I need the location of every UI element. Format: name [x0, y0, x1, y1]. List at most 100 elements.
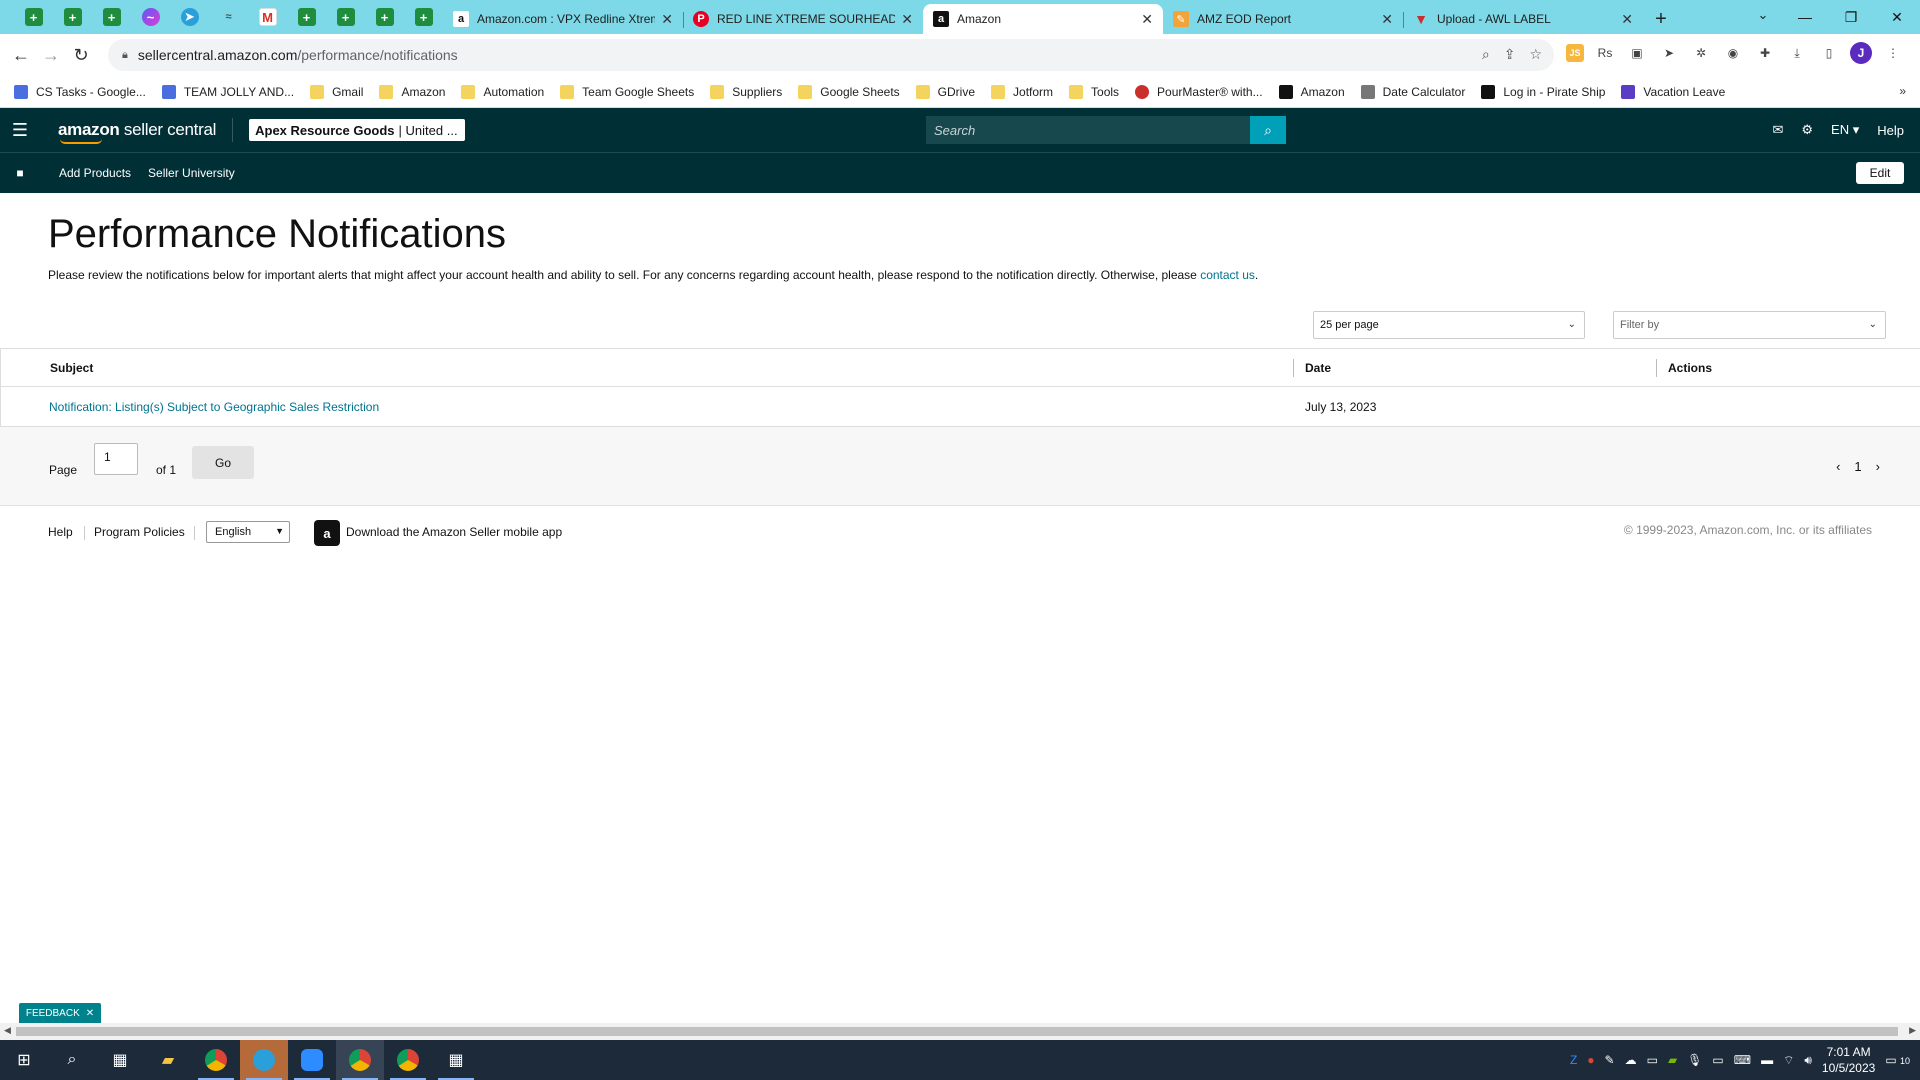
address-bar[interactable]: 🔒︎ sellercentral.amazon.com/performance/… [108, 39, 1554, 71]
task-view-icon[interactable]: ▦ [96, 1040, 144, 1080]
bookmark-item[interactable]: Gmail [310, 84, 363, 99]
bookmark-item[interactable]: Tools [1069, 84, 1119, 99]
off-extension-icon[interactable]: ▣ [1626, 42, 1648, 64]
column-date[interactable]: Date [1292, 349, 1331, 386]
go-button[interactable]: Go [192, 446, 254, 479]
calculator-taskbar-icon[interactable]: ▦ [432, 1040, 480, 1080]
bookmark-item[interactable]: Log in - Pirate Ship [1481, 84, 1605, 99]
reload-icon[interactable]: ↻ [66, 40, 96, 70]
share-icon[interactable]: ⇪ [1504, 46, 1516, 63]
tab-search-chevron-icon[interactable]: ⌄ [1748, 0, 1778, 30]
browser-menu-icon[interactable]: ⋮ [1882, 42, 1904, 64]
hamburger-menu-icon[interactable]: ☰ [0, 108, 40, 152]
bookmark-item[interactable]: Team Google Sheets [560, 84, 694, 99]
bookmark-item[interactable]: Amazon [1278, 84, 1345, 99]
scrollbar-thumb[interactable] [16, 1027, 1898, 1036]
close-tab-icon[interactable]: ✕ [1141, 11, 1153, 28]
rs-extension-icon[interactable]: Rs [1594, 42, 1616, 64]
pinned-tab[interactable]: + [14, 0, 53, 34]
cloud-icon[interactable]: ☁ [1625, 1053, 1637, 1067]
mail-icon[interactable]: ✉ [1772, 122, 1783, 138]
notification-subject-link[interactable]: Notification: Listing(s) Subject to Geog… [49, 400, 379, 414]
bookmark-star-icon[interactable]: ☆ [1529, 46, 1542, 63]
battery-icon[interactable]: ▬ [1761, 1053, 1773, 1067]
bookmark-item[interactable]: Automation [461, 84, 544, 99]
bookmark-icon[interactable]: ■ [0, 166, 40, 180]
bookmark-item[interactable]: Jotform [991, 84, 1053, 99]
pinned-tab[interactable]: ~ [131, 0, 170, 34]
pinned-tab[interactable]: + [92, 0, 131, 34]
pinned-tab[interactable]: + [326, 0, 365, 34]
amazon-seller-central-logo[interactable]: amazon seller central [58, 120, 216, 144]
blue-extension-icon[interactable]: ✲ [1690, 42, 1712, 64]
browser-tab[interactable]: ✎ AMZ EOD Report ✕ [1163, 4, 1403, 34]
lock-icon[interactable]: 🔒︎ [122, 49, 128, 62]
pinned-tab[interactable]: + [287, 0, 326, 34]
gear-icon[interactable]: ⚙ [1801, 122, 1813, 138]
back-arrow-icon[interactable]: ← [6, 40, 36, 70]
more-bookmarks-icon[interactable]: » [1899, 84, 1906, 98]
close-tab-icon[interactable]: ✕ [661, 11, 673, 28]
wifi-icon[interactable]: ⌔ [1783, 1053, 1794, 1068]
new-tab-button[interactable]: + [1643, 4, 1679, 34]
bookmark-item[interactable]: GDrive [915, 84, 975, 99]
zoom-tray-icon[interactable]: Z [1570, 1053, 1577, 1067]
close-tab-icon[interactable]: ✕ [901, 11, 913, 28]
search-input[interactable]: Search [926, 116, 1250, 144]
notifications-icon[interactable]: ▭ 10 [1885, 1053, 1910, 1067]
edit-nav-button[interactable]: Edit [1856, 162, 1904, 184]
nav-seller-university[interactable]: Seller University [148, 166, 235, 180]
search-button[interactable]: ⌕ [1250, 116, 1286, 144]
pinned-tab[interactable]: + [53, 0, 92, 34]
orange-extension-icon[interactable]: ◉ [1722, 42, 1744, 64]
download-app-link[interactable]: Download the Amazon Seller mobile app [346, 506, 562, 558]
chrome-profile-taskbar-icon[interactable] [336, 1040, 384, 1080]
current-page[interactable]: 1 [1854, 459, 1861, 474]
pinned-tab[interactable]: ➤ [170, 0, 209, 34]
filter-select[interactable]: Filter by ⌄ [1613, 311, 1886, 339]
download-icon[interactable]: ⤓ [1786, 42, 1808, 64]
pinned-tab[interactable]: ≈ [209, 0, 248, 34]
volume-icon[interactable]: 🔊︎ [1804, 1053, 1812, 1068]
restore-icon[interactable]: ❐ [1828, 0, 1874, 34]
scroll-left-icon[interactable]: ◀ [4, 1025, 11, 1036]
bookmark-item[interactable]: Date Calculator [1360, 84, 1465, 99]
footer-help-link[interactable]: Help [48, 506, 73, 558]
store-selector[interactable]: Apex Resource Goods | United ... [249, 119, 466, 141]
bookmark-item[interactable]: CS Tasks - Google... [14, 84, 146, 99]
chrome-taskbar-icon[interactable] [192, 1040, 240, 1080]
close-icon[interactable]: ✕ [86, 1008, 94, 1019]
feather-tray-icon[interactable]: ✎ [1605, 1053, 1615, 1067]
browser-tab[interactable]: a Amazon.com : VPX Redline Xtreme ✕ [443, 4, 683, 34]
display-icon[interactable]: ▭ [1712, 1053, 1723, 1067]
side-panel-icon[interactable]: ▯ [1818, 42, 1840, 64]
puzzle-icon[interactable]: ✚ [1754, 42, 1776, 64]
chevron-left-icon[interactable]: ‹ [1836, 459, 1840, 474]
language-selector[interactable]: EN ▾ [1831, 122, 1859, 138]
minimize-icon[interactable]: — [1782, 0, 1828, 34]
browser-tab[interactable]: P RED LINE XTREME SOURHEAD - ✕ [683, 4, 923, 34]
forward-arrow-icon[interactable]: → [36, 40, 66, 70]
cursor-extension-icon[interactable]: ➤ [1658, 42, 1680, 64]
telegram-taskbar-icon[interactable] [240, 1040, 288, 1080]
close-tab-icon[interactable]: ✕ [1621, 11, 1633, 28]
pinned-tab[interactable]: M [248, 0, 287, 34]
chrome-alt-taskbar-icon[interactable] [384, 1040, 432, 1080]
footer-language-select[interactable]: English ▼ [206, 521, 290, 543]
profile-avatar[interactable]: J [1850, 42, 1872, 64]
close-window-icon[interactable]: ✕ [1874, 0, 1920, 34]
scroll-right-icon[interactable]: ▶ [1909, 1025, 1916, 1036]
per-page-select[interactable]: 25 per page ⌄ [1313, 311, 1585, 339]
pinned-tab[interactable]: + [404, 0, 443, 34]
chrome-tray-icon[interactable]: ● [1587, 1053, 1594, 1067]
page-number-input[interactable]: 1 [94, 443, 138, 475]
zoom-icon[interactable]: ⌕ [1482, 46, 1490, 63]
footer-program-policies-link[interactable]: Program Policies [94, 506, 185, 558]
bookmark-item[interactable]: Vacation Leave [1621, 84, 1725, 99]
monitor-tray-icon[interactable]: ▭ [1647, 1053, 1658, 1067]
bookmark-item[interactable]: Amazon [379, 84, 445, 99]
nav-add-products[interactable]: Add Products [59, 166, 131, 180]
help-link[interactable]: Help [1877, 123, 1904, 138]
feedback-button[interactable]: FEEDBACK ✕ [19, 1003, 101, 1023]
windows-start-icon[interactable]: ⊞ [0, 1040, 48, 1080]
